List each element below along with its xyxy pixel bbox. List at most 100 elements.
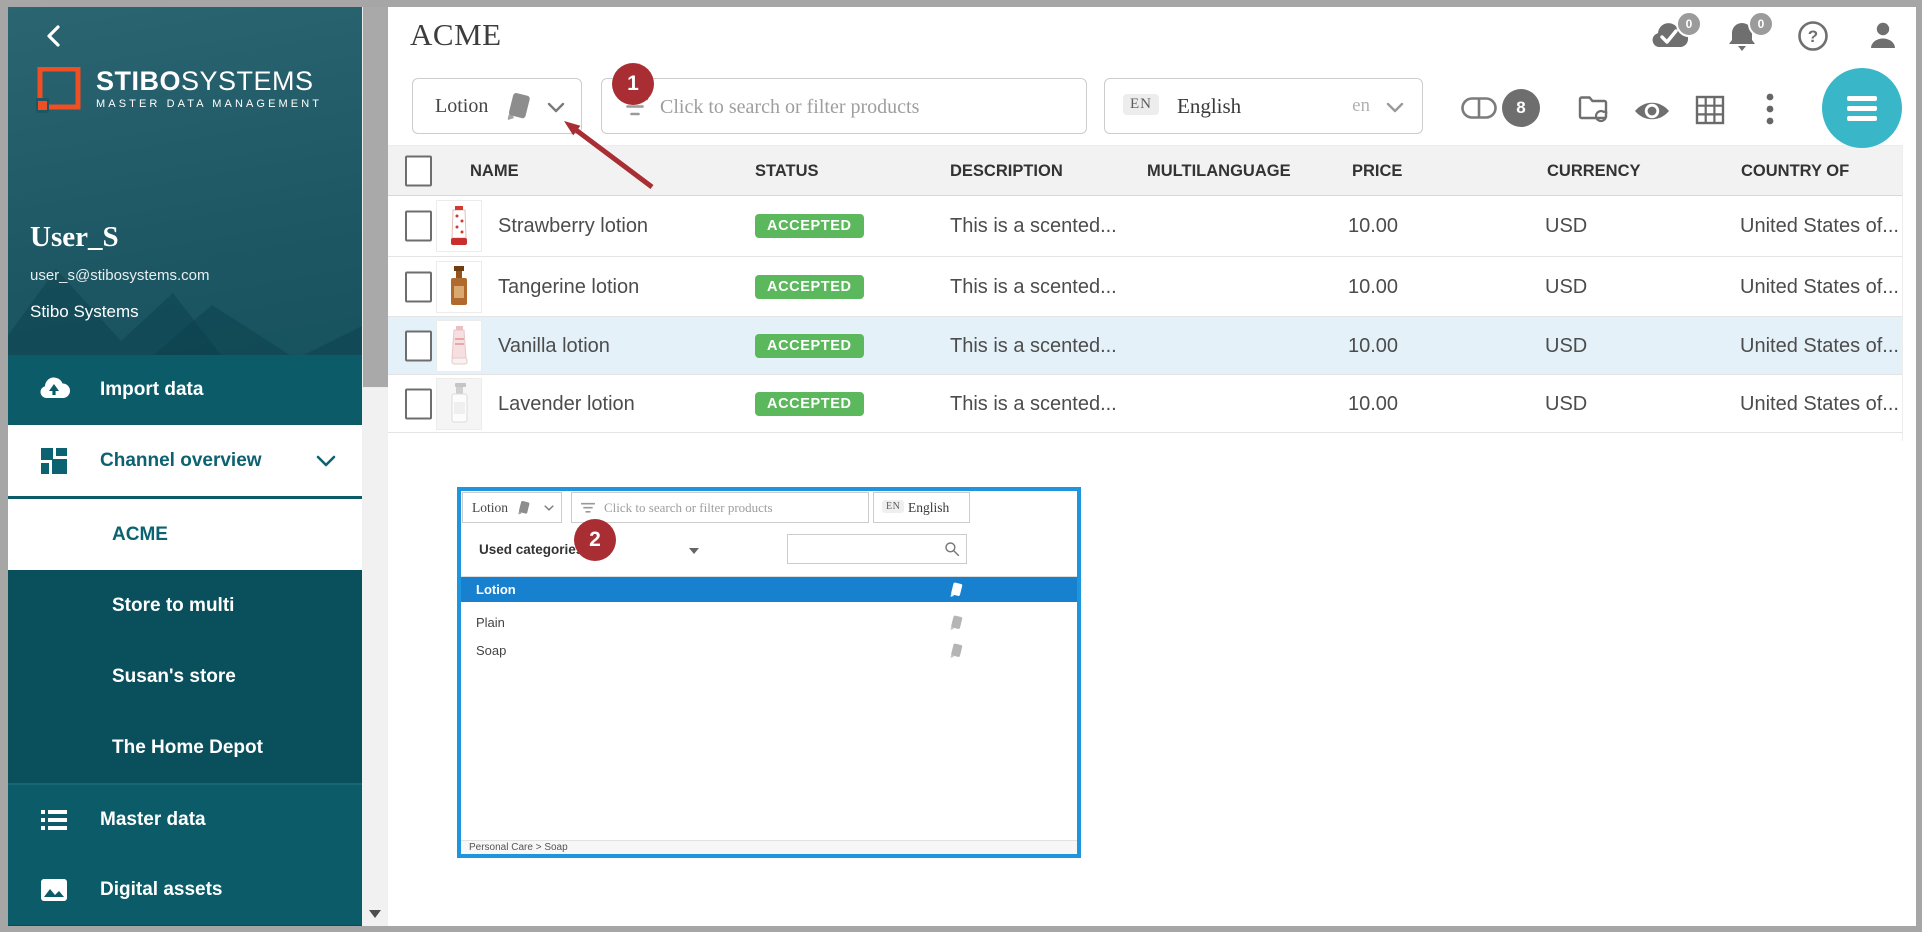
product-price: 10.00 xyxy=(1348,393,1399,415)
product-description: This is a scented... xyxy=(950,215,1117,237)
row-checkbox[interactable] xyxy=(405,388,432,419)
product-description: This is a scented... xyxy=(950,393,1117,415)
sidebar-item-acme[interactable]: ACME xyxy=(8,499,362,570)
folder-sync-button[interactable] xyxy=(1577,94,1611,129)
inset-language-code-badge: EN xyxy=(882,500,905,513)
product-thumbnail-strawberry-lotion xyxy=(436,200,482,252)
hamburger-icon xyxy=(1847,96,1877,126)
breadcrumb: Personal Care > Soap xyxy=(469,842,568,853)
product-name[interactable]: Tangerine lotion xyxy=(498,257,639,317)
language-code-badge: EN xyxy=(1123,94,1159,115)
user-profile-button[interactable] xyxy=(1866,19,1900,58)
column-header-currency[interactable]: CURRENCY xyxy=(1547,146,1641,197)
screenshot-root: STIBOSYSTEMS MASTER DATA MANAGEMENT User… xyxy=(0,0,1922,932)
product-name[interactable]: Lavender lotion xyxy=(498,375,635,433)
sidebar-item-label: The Home Depot xyxy=(112,737,263,758)
table-row-selected[interactable]: Vanilla lotion ACCEPTED This is a scente… xyxy=(388,317,1902,375)
product-country: United States of... xyxy=(1740,393,1899,415)
product-price: 10.00 xyxy=(1348,335,1399,357)
inset-product-search xyxy=(571,492,869,523)
preview-button[interactable] xyxy=(1633,99,1671,128)
row-checkbox[interactable] xyxy=(405,330,432,361)
language-selector[interactable]: EN English en xyxy=(1104,78,1423,134)
filter-icon xyxy=(581,502,595,513)
window-frame-top xyxy=(0,0,1922,7)
table-row[interactable]: Tangerine lotion ACCEPTED This is a scen… xyxy=(388,257,1902,317)
window-frame-right xyxy=(1916,0,1922,932)
status-badge: ACCEPTED xyxy=(755,391,864,416)
category-option-label: Soap xyxy=(476,643,507,658)
column-header-description[interactable]: DESCRIPTION xyxy=(950,146,1063,197)
product-description: This is a scented... xyxy=(950,335,1117,357)
inset-used-categories-row: Used categories xyxy=(461,523,1077,577)
status-badge: ACCEPTED xyxy=(755,274,864,299)
table-row[interactable]: Lavender lotion ACCEPTED This is a scent… xyxy=(388,375,1902,433)
product-thumbnail-lavender-lotion xyxy=(436,377,482,430)
main-menu-fab-button[interactable] xyxy=(1822,68,1902,148)
table-scroll-gutter[interactable] xyxy=(1902,145,1917,441)
dashboard-icon xyxy=(41,447,67,474)
select-all-checkbox[interactable] xyxy=(405,155,432,186)
sidebar-item-channel-overview[interactable]: Channel overview xyxy=(8,425,362,496)
category-option-label: Plain xyxy=(476,615,505,630)
product-price: 10.00 xyxy=(1348,276,1399,298)
brand-name-bold: STIBO xyxy=(96,66,182,96)
column-header-multilanguage[interactable]: MULTILANGUAGE xyxy=(1147,146,1291,197)
user-name: User_S xyxy=(30,221,119,253)
page-title: ACME xyxy=(410,17,502,52)
product-thumbnail-tangerine-lotion xyxy=(436,260,482,313)
scroll-down-icon[interactable] xyxy=(369,910,381,918)
sidebar-item-susans-store[interactable]: Susan's store xyxy=(8,641,362,712)
column-header-price[interactable]: PRICE xyxy=(1352,146,1402,197)
product-name[interactable]: Vanilla lotion xyxy=(498,317,610,375)
list-icon xyxy=(41,810,67,830)
scrollbar-thumb[interactable] xyxy=(362,0,390,388)
inset-category-selector: Lotion xyxy=(462,492,562,523)
column-header-status[interactable]: STATUS xyxy=(755,146,819,197)
status-badge: ACCEPTED xyxy=(755,333,864,358)
cloud-upload-icon xyxy=(40,377,70,398)
category-option-label: Lotion xyxy=(476,582,516,597)
links-button[interactable] xyxy=(1461,97,1497,124)
product-currency: USD xyxy=(1545,215,1588,237)
category-card-icon xyxy=(950,643,963,658)
sidebar-item-digital-assets[interactable]: Digital assets xyxy=(8,855,362,925)
grid-icon xyxy=(1695,95,1725,125)
inset-category-option-plain: Plain xyxy=(461,609,1077,636)
column-header-name[interactable]: NAME xyxy=(470,146,519,197)
product-description: This is a scented... xyxy=(950,276,1117,298)
sidebar-item-the-home-depot[interactable]: The Home Depot xyxy=(8,712,362,783)
chevron-down-icon xyxy=(316,455,336,466)
row-checkbox[interactable] xyxy=(405,271,432,302)
inset-category-option-lotion-selected: Lotion xyxy=(461,577,1077,602)
product-price: 10.00 xyxy=(1348,215,1399,237)
sidebar-item-label: Susan's store xyxy=(112,666,236,687)
product-country: United States of... xyxy=(1740,215,1899,237)
chevron-down-icon xyxy=(1386,102,1404,113)
category-card-icon xyxy=(518,501,530,515)
search-input[interactable] xyxy=(658,80,1072,134)
folder-sync-icon xyxy=(1578,96,1608,123)
category-selector-value: Lotion xyxy=(435,95,489,117)
inset-category-dropdown-screenshot: Lotion EN English xyxy=(457,487,1081,858)
annotation-step-2: 2 xyxy=(574,519,616,561)
help-button[interactable]: ? xyxy=(1797,20,1829,57)
sidebar-item-master-data[interactable]: Master data xyxy=(8,785,362,855)
collapse-sidebar-button[interactable] xyxy=(42,23,68,49)
svg-text:?: ? xyxy=(1808,27,1818,46)
row-checkbox[interactable] xyxy=(405,210,432,242)
category-card-icon xyxy=(507,93,530,120)
table-view-button[interactable] xyxy=(1695,95,1725,130)
sidebar-scrollbar[interactable] xyxy=(362,0,390,926)
sidebar-item-store-to-multi[interactable]: Store to multi xyxy=(8,570,362,641)
more-options-button[interactable] xyxy=(1765,93,1775,130)
inset-language-value: English xyxy=(908,500,950,515)
chevron-left-icon xyxy=(47,25,60,47)
main-content: ACME 0 0 ? Lotion Click to search or fil… xyxy=(388,7,1917,926)
user-email: user_s@stibosystems.com xyxy=(30,267,210,284)
sidebar-item-label: ACME xyxy=(112,524,168,545)
stibo-logo-icon xyxy=(36,67,81,113)
sidebar-item-import-data[interactable]: Import data xyxy=(8,355,362,425)
annotation-step-1: 1 xyxy=(612,63,654,105)
eye-icon xyxy=(1635,102,1669,120)
